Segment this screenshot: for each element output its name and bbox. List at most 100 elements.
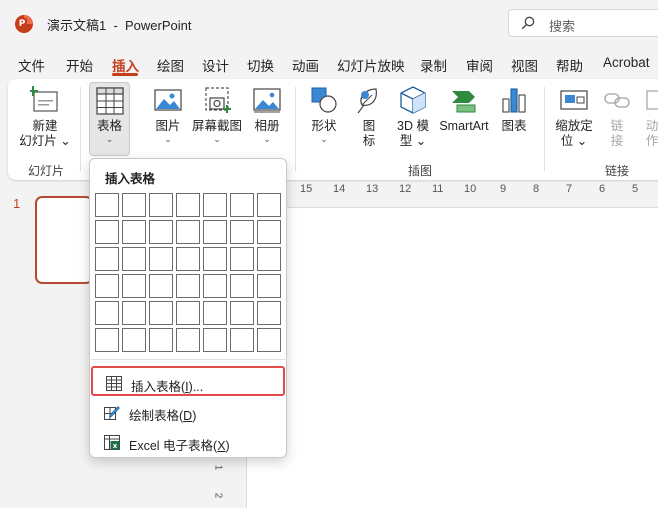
table-grid-cell[interactable] <box>95 193 119 217</box>
draw-table-label: 绘制表格(D) <box>129 405 196 424</box>
tab-view[interactable]: 视图 <box>511 55 538 75</box>
new-slide-button[interactable]: 新建 幻灯片 ⌄ <box>18 85 72 149</box>
zoom-label-text: 位 <box>560 134 574 148</box>
photo-album-button[interactable]: 相册 ⌄ <box>248 85 286 144</box>
table-grid-cell[interactable] <box>149 301 173 325</box>
table-grid-cell[interactable] <box>257 220 281 244</box>
3d-models-label-line2: 型 ⌄ <box>399 134 427 148</box>
tab-acrobat[interactable]: Acrobat <box>603 55 650 70</box>
table-grid-cell[interactable] <box>149 274 173 298</box>
table-grid-cell[interactable] <box>257 247 281 271</box>
ruler-label: 5 <box>632 183 639 195</box>
table-grid-cell[interactable] <box>149 220 173 244</box>
slide-thumbnail[interactable] <box>35 196 93 284</box>
table-grid-cell[interactable] <box>176 220 200 244</box>
tab-animations[interactable]: 动画 <box>292 55 319 75</box>
new-slide-label-line2: 幻灯片 ⌄ <box>19 134 71 148</box>
screenshot-button[interactable]: 屏幕截图 ⌄ <box>191 85 243 144</box>
action-label-line2: 作 <box>645 134 658 148</box>
table-grid-cell[interactable] <box>176 247 200 271</box>
tab-home[interactable]: 开始 <box>66 55 93 75</box>
table-grid-cell[interactable] <box>149 193 173 217</box>
group-label-links: 链接 <box>605 164 630 178</box>
pictures-button[interactable]: 图片 ⌄ <box>148 85 188 144</box>
table-grid-cell[interactable] <box>230 274 254 298</box>
table-grid-cell[interactable] <box>95 220 119 244</box>
action-button[interactable]: 动 作 <box>640 85 658 149</box>
tab-design[interactable]: 设计 <box>202 55 229 75</box>
table-grid-cell[interactable] <box>257 274 281 298</box>
screenshot-label: 屏幕截图 <box>191 119 242 133</box>
title-bar: 演示文稿1 - PowerPoint 搜索 <box>0 0 658 46</box>
tab-draw[interactable]: 绘图 <box>157 55 184 75</box>
shapes-button[interactable]: 形状 ⌄ <box>304 85 344 144</box>
search-icon <box>521 16 535 30</box>
slide-canvas[interactable] <box>246 207 658 508</box>
zoom-button[interactable]: 缩放定 位 ⌄ <box>553 85 595 149</box>
search-placeholder: 搜索 <box>549 19 576 34</box>
tab-help[interactable]: 帮助 <box>556 55 583 75</box>
table-grid-cell[interactable] <box>95 301 119 325</box>
table-grid-cell[interactable] <box>122 301 146 325</box>
table-button[interactable]: 表格 ⌄ <box>89 82 130 156</box>
table-grid-cell[interactable] <box>95 328 119 352</box>
table-grid-cell[interactable] <box>122 274 146 298</box>
table-grid-cell[interactable] <box>149 328 173 352</box>
table-grid-cell[interactable] <box>176 301 200 325</box>
link-button[interactable]: 链 接 <box>602 85 632 149</box>
table-grid-cell[interactable] <box>95 247 119 271</box>
table-grid-cell[interactable] <box>230 301 254 325</box>
link-icon <box>604 93 630 108</box>
zoom-label-line1: 缩放定 <box>555 119 593 133</box>
table-grid-cell[interactable] <box>176 274 200 298</box>
table-grid-cell[interactable] <box>149 247 173 271</box>
table-grid-cell[interactable] <box>257 328 281 352</box>
draw-table-menu-item[interactable]: 绘制表格(D) <box>91 397 285 427</box>
svg-text:x: x <box>113 442 118 450</box>
vertical-ruler: 1 2 <box>210 456 230 508</box>
tab-transitions[interactable]: 切换 <box>247 55 274 75</box>
pictures-label: 图片 <box>155 119 181 133</box>
tab-record[interactable]: 录制 <box>420 55 447 75</box>
table-grid-cell[interactable] <box>203 193 227 217</box>
tab-insert[interactable]: 插入 <box>112 55 139 75</box>
tab-slideshow[interactable]: 幻灯片放映 <box>337 55 405 75</box>
table-grid-cell[interactable] <box>230 193 254 217</box>
table-grid-cell[interactable] <box>203 220 227 244</box>
table-grid-cell[interactable] <box>122 328 146 352</box>
table-grid-cell[interactable] <box>203 301 227 325</box>
3d-models-button[interactable]: 3D 模 型 ⌄ <box>393 85 433 149</box>
table-grid-cell[interactable] <box>257 193 281 217</box>
insert-table-menu-item[interactable]: 插入表格(I)... <box>91 366 285 396</box>
smartart-button[interactable]: SmartArt <box>436 85 492 134</box>
icons-button[interactable]: 图 标 <box>351 85 387 149</box>
tab-file[interactable]: 文件 <box>18 55 45 75</box>
table-grid-cell[interactable] <box>257 301 281 325</box>
table-grid-cell[interactable] <box>95 274 119 298</box>
zoom-label-line2: 位 ⌄ <box>560 134 588 148</box>
insert-table-dropdown: 插入表格 插入表格(I)... 绘制表格(D) x Excel 电子表格(X) <box>89 158 287 458</box>
table-grid-cell[interactable] <box>203 274 227 298</box>
smartart-label: SmartArt <box>439 119 489 133</box>
tab-review[interactable]: 审阅 <box>466 55 493 75</box>
menu-label-text: Excel 电子表格( <box>129 439 218 453</box>
ruler-label: 8 <box>533 183 540 195</box>
table-grid-cell[interactable] <box>230 328 254 352</box>
shapes-label: 形状 <box>311 119 337 133</box>
table-grid-cell[interactable] <box>203 247 227 271</box>
table-grid-cell[interactable] <box>122 220 146 244</box>
table-grid-cell[interactable] <box>230 247 254 271</box>
table-grid-cell[interactable] <box>176 193 200 217</box>
table-grid-cell[interactable] <box>203 328 227 352</box>
document-title: 演示文稿1 - PowerPoint <box>47 18 192 33</box>
table-grid-cell[interactable] <box>230 220 254 244</box>
table-grid-cell[interactable] <box>176 328 200 352</box>
chart-button[interactable]: 图表 <box>496 85 532 134</box>
active-tab-indicator <box>112 73 138 76</box>
excel-spreadsheet-menu-item[interactable]: x Excel 电子表格(X) <box>91 427 285 457</box>
table-grid-cell[interactable] <box>122 247 146 271</box>
search-box[interactable]: 搜索 <box>508 9 658 37</box>
menu-label-suffix: ) <box>225 439 230 453</box>
table-grid-cell[interactable] <box>122 193 146 217</box>
new-slide-icon <box>30 86 58 112</box>
